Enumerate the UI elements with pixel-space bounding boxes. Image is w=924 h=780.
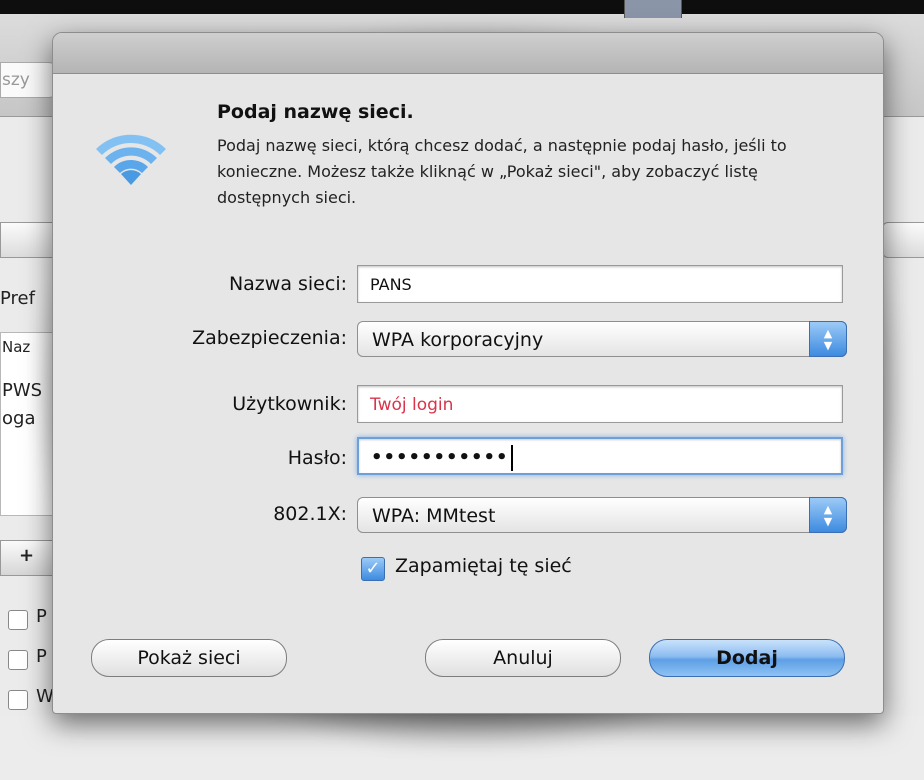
eap-popup[interactable]: WPA: MMtest ▲ ▼	[357, 497, 847, 533]
background-column-header: Naz	[2, 338, 31, 356]
up-down-arrows-icon: ▲ ▼	[809, 321, 847, 357]
wifi-icon	[96, 134, 166, 185]
user-field[interactable]: Twój login	[357, 385, 843, 423]
password-label: Hasło:	[287, 447, 347, 469]
dialog-description: Podaj nazwę sieci, którą chcesz dodać, a…	[217, 136, 787, 207]
background-checkbox[interactable]	[8, 690, 28, 710]
cancel-button[interactable]: Anuluj	[425, 639, 621, 677]
background-thumbnail	[624, 0, 682, 18]
network-name-label: Nazwa sieci:	[228, 273, 347, 295]
password-field[interactable]: •••••••••••	[357, 437, 843, 475]
network-name-field[interactable]: PANS	[357, 265, 843, 303]
background-list-row[interactable]: PWS	[2, 380, 42, 401]
background-add-label: +	[19, 545, 35, 566]
security-label: Zabezpieczenia:	[192, 327, 347, 349]
background-menubar	[0, 0, 924, 14]
background-search-text: szy	[2, 70, 30, 90]
up-down-arrows-icon: ▲ ▼	[809, 497, 847, 533]
text-caret	[510, 445, 513, 471]
show-networks-button[interactable]: Pokaż sieci	[91, 639, 287, 677]
background-checkbox[interactable]	[8, 610, 28, 630]
dialog-title: Podaj nazwę sieci.	[217, 101, 414, 123]
checkmark-icon: ✓	[365, 558, 381, 579]
password-value: •••••••••••	[371, 447, 509, 468]
eap-value: WPA: MMtest	[372, 505, 496, 527]
remember-network-label[interactable]: Zapamiętaj tę sieć	[395, 555, 572, 577]
background-list-row[interactable]: oga	[2, 408, 35, 429]
security-popup[interactable]: WPA korporacyjny ▲ ▼	[357, 321, 847, 357]
eap-label: 802.1X:	[273, 503, 347, 525]
user-label: Użytkownik:	[232, 393, 347, 415]
add-network-sheet: Podaj nazwę sieci. Podaj nazwę sieci, kt…	[52, 32, 884, 714]
add-button[interactable]: Dodaj	[649, 639, 845, 677]
security-value: WPA korporacyjny	[372, 329, 544, 351]
background-checkbox[interactable]	[8, 650, 28, 670]
remember-network-checkbox[interactable]: ✓	[361, 557, 385, 581]
sheet-titlebar	[53, 33, 883, 74]
background-prefs-label: Pref	[0, 288, 35, 309]
